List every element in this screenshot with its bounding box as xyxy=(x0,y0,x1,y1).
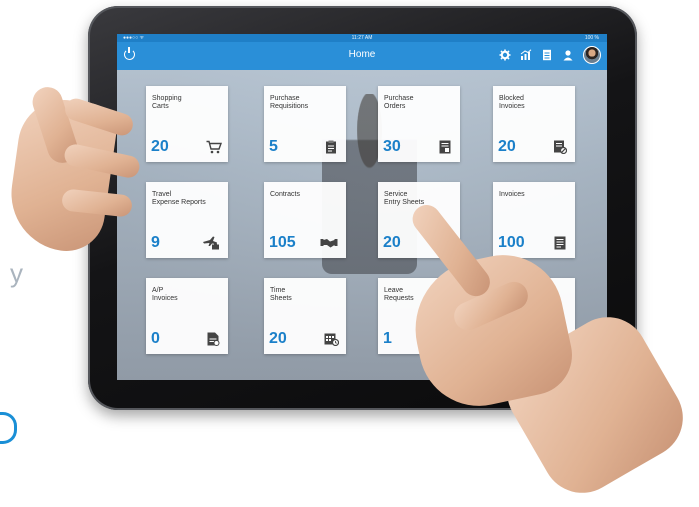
tile-count: 100 xyxy=(498,234,525,251)
tile-travel-expense-reports[interactable]: Travel Expense Reports 9 xyxy=(146,182,228,258)
tile-shopping-carts[interactable]: Shopping Carts 20 xyxy=(146,86,228,162)
blocked-invoice-icon xyxy=(553,140,568,155)
tile-count: 20 xyxy=(383,234,401,251)
status-time: 11:27 AM xyxy=(351,35,373,41)
tile-label: Invoices xyxy=(499,191,525,198)
gear-icon[interactable] xyxy=(499,49,511,61)
tile-label: Purchase Requisitions xyxy=(270,95,309,110)
tile-count: 20 xyxy=(498,138,516,155)
cart-icon xyxy=(206,140,222,154)
tile-count: 105 xyxy=(269,234,296,251)
tile-label: Service Entry Sheets xyxy=(384,191,425,206)
tile-time-sheets[interactable]: Time Sheets 20 xyxy=(264,278,346,354)
calendar-icon xyxy=(324,332,340,347)
tile-purchase-requisitions[interactable]: Purchase Requisitions 5 xyxy=(264,86,346,162)
tile-count: 20 xyxy=(269,330,287,347)
tile-label: Contracts xyxy=(270,191,300,198)
tile-count: 0 xyxy=(151,330,160,347)
tile-count: 20 xyxy=(151,138,169,155)
tile-blocked-invoices[interactable]: Blocked Invoices 20 xyxy=(493,86,575,162)
tile-count: 5 xyxy=(269,138,278,155)
clipboard-icon xyxy=(324,140,338,154)
tile-count: 9 xyxy=(151,234,160,251)
tile-label: Travel Expense Reports xyxy=(152,191,206,206)
handshake-icon xyxy=(320,236,338,250)
app-header: Home xyxy=(117,42,607,70)
user-icon[interactable] xyxy=(562,49,574,61)
device-status-bar: ●●●○○ ᯤ 11:27 AM 100 % xyxy=(117,34,607,42)
tile-contracts[interactable]: Contracts 105 xyxy=(264,182,346,258)
tasks-icon[interactable] xyxy=(541,49,553,61)
header-actions xyxy=(499,46,601,64)
document-icon xyxy=(438,140,452,154)
tile-label: Purchase Orders xyxy=(384,95,414,110)
tile-count: 1 xyxy=(383,330,392,347)
avatar[interactable] xyxy=(583,46,601,64)
tile-count: 30 xyxy=(383,138,401,155)
tile-label: Blocked Invoices xyxy=(499,95,525,110)
ap-invoice-icon xyxy=(206,332,220,346)
background-logo-fragment xyxy=(0,412,17,444)
analytics-icon[interactable] xyxy=(520,49,532,61)
invoice-icon xyxy=(553,236,567,250)
tile-label: Time Sheets xyxy=(270,287,292,302)
tile-invoices[interactable]: Invoices 100 xyxy=(493,182,575,258)
tile-label: A/P Invoices xyxy=(152,287,178,302)
tile-purchase-orders[interactable]: Purchase Orders 30 xyxy=(378,86,460,162)
battery-indicator: 100 % xyxy=(584,35,599,41)
tile-ap-invoices[interactable]: A/P Invoices 0 xyxy=(146,278,228,354)
background-letter-decoration: y xyxy=(10,258,23,288)
travel-icon xyxy=(202,236,220,250)
tile-label: Shopping Carts xyxy=(152,95,182,110)
